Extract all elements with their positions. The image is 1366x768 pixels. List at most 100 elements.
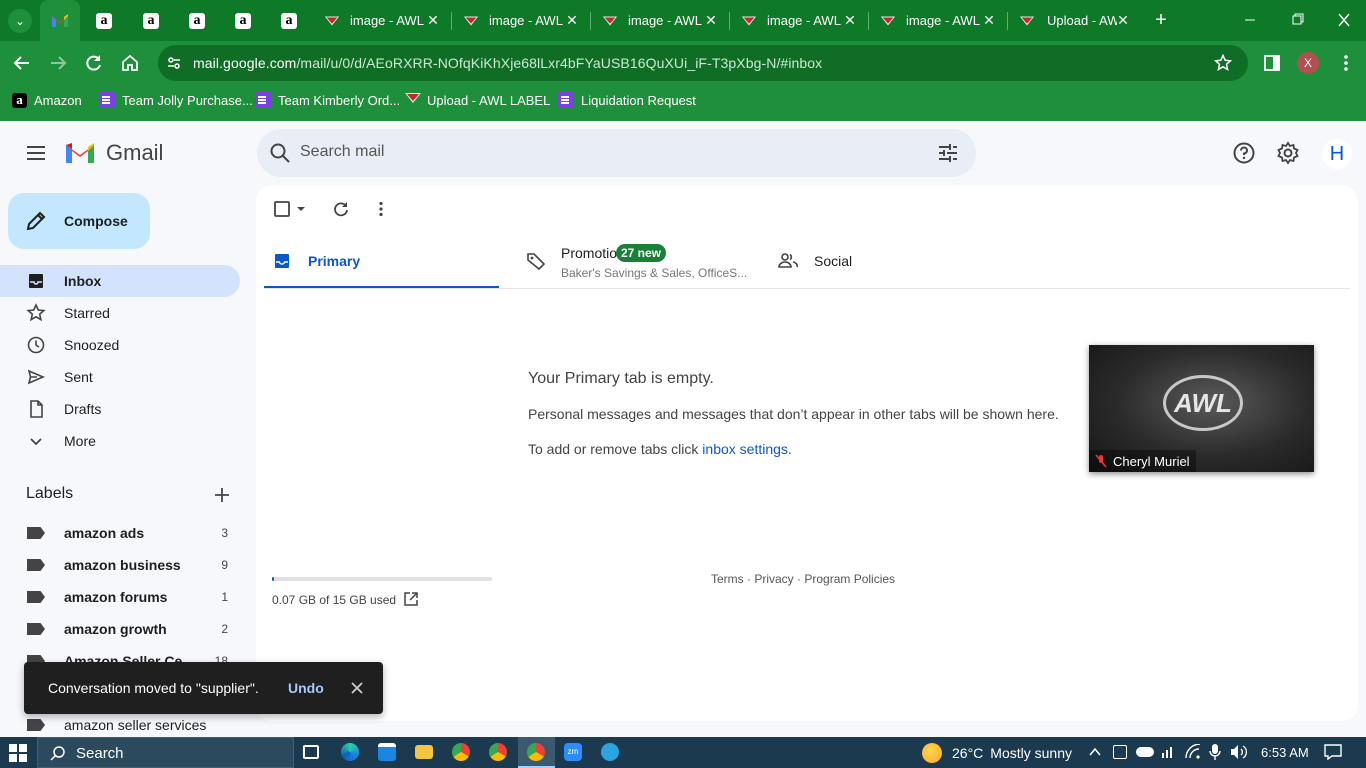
close-tab-icon[interactable]: ✕ [703,12,719,28]
nav-more[interactable]: More [0,425,240,457]
search-bar[interactable]: Search mail [257,129,976,177]
restore-window-button[interactable] [1284,12,1310,28]
label-amazon-business[interactable]: amazon business 9 [0,549,240,581]
tab-gmail[interactable] [40,0,80,41]
tab-amazon-2[interactable]: a [143,0,165,41]
tab-awl-image-4[interactable]: image - AWL ✕ [733,0,868,41]
help-button[interactable] [1232,141,1256,165]
side-panel-button[interactable] [1264,55,1280,71]
onedrive-icon[interactable] [1136,747,1154,757]
tab-amazon-4[interactable]: a [235,0,257,41]
gmail-logo[interactable]: Gmail [64,140,163,166]
program-policies-link[interactable]: Program Policies [804,572,895,586]
nav-inbox[interactable]: Inbox [0,265,240,297]
close-window-button[interactable] [1331,12,1357,28]
forward-button[interactable] [48,53,68,73]
store-icon[interactable] [378,743,396,761]
weather-widget[interactable]: 26°C Mostly sunny [922,737,1072,768]
tab-amazon-3[interactable]: a [189,0,211,41]
refresh-button[interactable] [332,200,350,218]
profile-avatar[interactable]: X [1297,52,1319,74]
windows-taskbar: Search zm 26°C Mostly sunny 6:53 AM [0,737,1366,768]
new-tab-button[interactable]: + [1151,9,1171,31]
terms-link[interactable]: Terms [711,572,744,586]
tab-amazon-1[interactable]: a [96,0,118,41]
label-amazon-ads[interactable]: amazon ads 3 [0,517,240,549]
tab-primary[interactable]: Primary [264,233,499,289]
file-explorer-icon[interactable] [415,745,433,759]
chrome-profile-icon[interactable] [489,743,507,761]
home-button[interactable] [120,53,140,73]
main-menu-button[interactable] [24,141,48,165]
tab-amazon-5[interactable]: a [281,0,303,41]
minimize-window-button[interactable] [1237,12,1263,28]
bookmark-star-icon[interactable] [1214,54,1232,72]
site-info-icon[interactable] [166,55,182,71]
bookmark-team-kimberly[interactable]: Team Kimberly Ord... [255,85,400,115]
network-icon[interactable] [1160,744,1176,760]
tab-search-button[interactable]: ⌄ [8,9,32,33]
address-bar[interactable]: mail.google.com/mail/u/0/d/AEoRXRR-NOfqK… [158,45,1248,81]
taskbar-search-box[interactable]: Search [37,737,294,768]
undo-button[interactable]: Undo [288,680,324,696]
dismiss-snackbar-button[interactable] [350,681,364,695]
privacy-link[interactable]: Privacy [754,572,793,586]
chrome-menu-button[interactable] [1336,53,1356,73]
settings-button[interactable] [1276,141,1300,165]
chrome-active-app[interactable] [518,737,555,768]
telegram-icon[interactable] [601,743,619,761]
create-label-button[interactable] [212,485,232,505]
tab-social[interactable]: Social [768,233,1003,289]
manage-storage-link[interactable] [403,591,419,607]
url-text: mail.google.com/mail/u/0/d/AEoRXRR-NOfqK… [193,55,822,71]
start-button[interactable] [9,744,27,762]
account-avatar[interactable]: H [1322,139,1352,169]
volume-icon[interactable] [1230,744,1248,760]
search-icon [50,746,65,761]
close-tab-icon[interactable]: ✕ [425,12,441,28]
tab-awl-image-1[interactable]: image - AWL ✕ [316,0,451,41]
task-view-icon[interactable] [303,745,319,759]
meet-now-icon[interactable] [1113,745,1127,759]
tray-overflow-icon[interactable] [1088,745,1102,759]
clock-time[interactable]: 6:53 AM [1261,745,1309,760]
chrome-icon[interactable] [452,743,470,761]
close-tab-icon[interactable]: ✕ [981,12,997,28]
tab-awl-upload[interactable]: Upload - AW ✕ [1011,0,1141,41]
label-amazon-forums[interactable]: amazon forums 1 [0,581,240,613]
zoom-icon[interactable]: zm [564,743,582,761]
wifi-icon[interactable] [1184,744,1202,760]
bookmark-team-jolly[interactable]: Team Jolly Purchase... [99,85,253,115]
video-call-tile[interactable]: AWL Cheryl Muriel [1089,345,1314,472]
bookmark-amazon[interactable]: a Amazon [12,85,82,115]
tab-separator [451,12,452,30]
tab-awl-image-3[interactable]: image - AWL ✕ [594,0,729,41]
search-input[interactable]: Search mail [300,143,384,161]
nav-sent[interactable]: Sent [0,361,240,393]
reload-button[interactable] [84,53,104,73]
select-all-checkbox[interactable] [274,201,308,217]
tab-awl-image-5[interactable]: image - AWL ✕ [872,0,1007,41]
more-actions-button[interactable] [372,200,390,218]
nav-drafts[interactable]: Drafts [0,393,240,425]
close-tab-icon[interactable]: ✕ [1115,12,1131,28]
empty-state-message: Personal messages and messages that don’… [528,406,1059,422]
tab-awl-image-2[interactable]: image - AWL ✕ [455,0,590,41]
bookmark-upload-awl[interactable]: Upload - AWL LABEL [404,85,550,115]
label-tag-icon [27,623,45,635]
bookmark-liquidation[interactable]: Liquidation Request [558,85,696,115]
close-tab-icon[interactable]: ✕ [564,12,580,28]
back-button[interactable] [12,53,32,73]
tab-promotions[interactable]: Promotions 27 new Baker's Savings & Sale… [516,233,751,289]
compose-button[interactable]: Compose [8,193,150,249]
inbox-settings-link[interactable]: inbox settings [702,441,788,457]
nav-starred[interactable]: Starred [0,297,240,329]
notifications-icon[interactable] [1324,744,1342,760]
close-tab-icon[interactable]: ✕ [842,12,858,28]
label-amazon-growth[interactable]: amazon growth 2 [0,613,240,645]
hint-suffix: . [787,441,792,457]
snackbar: Conversation moved to "supplier". Undo [24,662,383,714]
microphone-icon[interactable] [1209,744,1221,760]
edge-icon[interactable] [341,743,359,761]
nav-snoozed[interactable]: Snoozed [0,329,240,361]
